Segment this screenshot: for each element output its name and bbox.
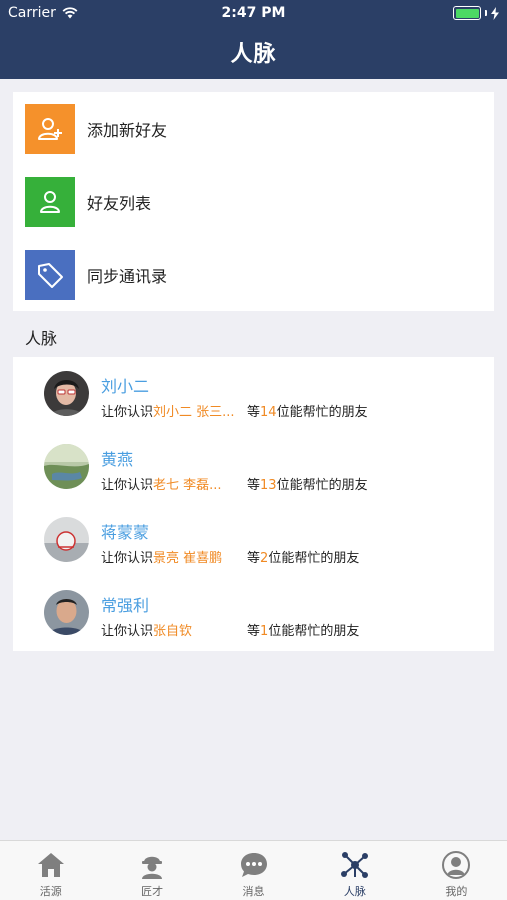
battery-indicator [453, 6, 499, 20]
contact-row[interactable]: 蒋蒙蒙 让你认识景亮 崔喜鹏 等2位能帮忙的朋友 [13, 503, 494, 576]
status-bar: Carrier 2:47 PM [0, 0, 507, 28]
tab-label: 消息 [242, 885, 265, 898]
contact-row[interactable]: 常强利 让你认识张自钦 等1位能帮忙的朋友 [13, 576, 494, 649]
contact-intro: 让你认识刘小二 张三... 等14位能帮忙的朋友 [101, 401, 368, 420]
contact-name: 蒋蒙蒙 [101, 523, 150, 542]
menu-item-friend-list[interactable]: 好友列表 [13, 165, 494, 238]
tab-bar: 活源 匠才 消息 人脉 我的 [0, 840, 507, 900]
contact-row[interactable]: 刘小二 让你认识刘小二 张三... 等14位能帮忙的朋友 [13, 357, 494, 430]
avatar [44, 590, 89, 635]
avatar [44, 371, 89, 416]
contact-name: 常强利 [101, 596, 150, 615]
menu-item-add-friend[interactable]: 添加新好友 [13, 92, 494, 165]
tab-mine[interactable]: 我的 [406, 841, 507, 900]
top-header: Carrier 2:47 PM 人脉 [0, 0, 507, 79]
tag-icon [25, 249, 75, 300]
tab-messages[interactable]: 消息 [203, 841, 304, 900]
home-icon [35, 849, 67, 881]
friend-count: 14 [260, 405, 277, 420]
contacts-list: 刘小二 让你认识刘小二 张三... 等14位能帮忙的朋友 黄燕 让你认识老七 李磊… [13, 357, 494, 651]
tab-label: 活源 [39, 885, 62, 898]
menu-item-label: 同步通讯录 [87, 266, 168, 286]
network-icon [339, 849, 371, 881]
mutual-friends: 老七 李磊... [153, 478, 222, 493]
menu-item-label: 好友列表 [87, 193, 152, 213]
tab-label: 我的 [445, 885, 468, 898]
contact-intro: 让你认识老七 李磊... 等13位能帮忙的朋友 [101, 474, 368, 493]
profile-icon [440, 849, 472, 881]
contact-intro: 让你认识景亮 崔喜鹏 等2位能帮忙的朋友 [101, 547, 359, 566]
status-time: 2:47 PM [221, 5, 286, 21]
avatar [44, 517, 89, 562]
menu-item-sync-contacts[interactable]: 同步通讯录 [13, 238, 494, 311]
mutual-friends: 张自钦 [153, 624, 193, 639]
tab-label: 匠才 [141, 885, 164, 898]
battery-icon [453, 6, 481, 20]
contact-row[interactable]: 黄燕 让你认识老七 李磊... 等13位能帮忙的朋友 [13, 430, 494, 503]
worker-icon [136, 849, 168, 881]
contact-name: 刘小二 [101, 377, 150, 396]
tab-jiangcai[interactable]: 匠才 [101, 841, 202, 900]
tab-huoyuan[interactable]: 活源 [0, 841, 101, 900]
mutual-friends: 景亮 崔喜鹏 [153, 551, 223, 566]
tab-label: 人脉 [343, 885, 366, 898]
add-user-icon [25, 103, 75, 154]
section-title: 人脉 [25, 329, 58, 348]
page-title: 人脉 [230, 42, 277, 67]
menu-card: 添加新好友 好友列表 同步通讯录 [13, 92, 494, 311]
contact-intro: 让你认识张自钦 等1位能帮忙的朋友 [101, 620, 359, 639]
friend-count: 13 [260, 478, 277, 493]
user-icon [25, 176, 75, 227]
tab-network[interactable]: 人脉 [304, 841, 405, 900]
contact-name: 黄燕 [101, 450, 134, 469]
charging-icon [491, 6, 499, 20]
avatar [44, 444, 89, 489]
chat-icon [238, 849, 270, 881]
mutual-friends: 刘小二 张三... [153, 405, 235, 420]
menu-item-label: 添加新好友 [87, 120, 168, 140]
